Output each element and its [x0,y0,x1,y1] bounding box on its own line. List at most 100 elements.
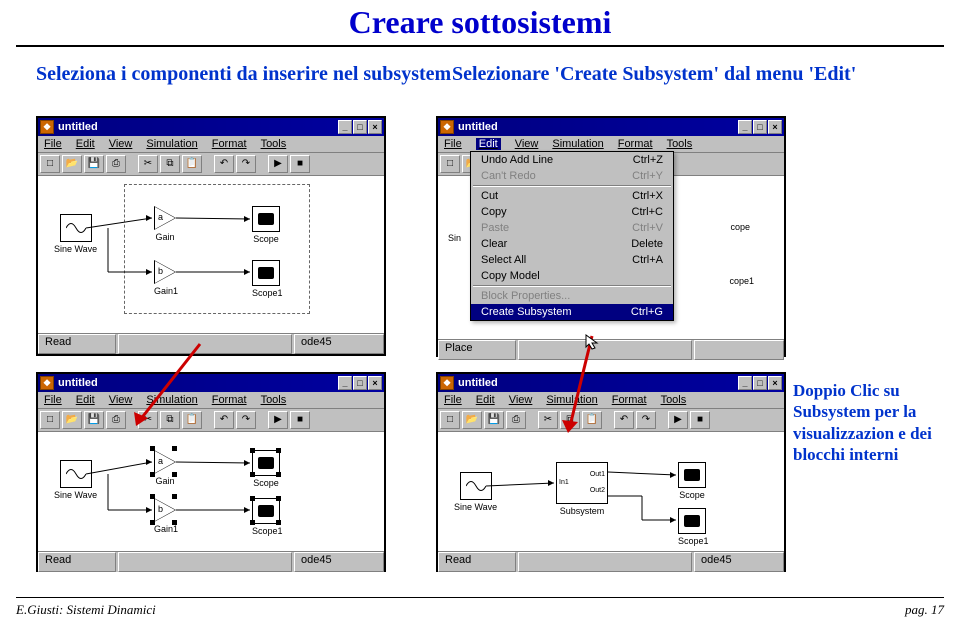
menu-edit[interactable]: Edit [76,138,95,150]
close-button[interactable]: × [368,120,382,134]
sine-wave-block[interactable]: Sine Wave [54,460,97,500]
paste-icon[interactable]: 📋 [182,411,202,429]
menu-tools[interactable]: Tools [261,394,287,406]
stop-icon[interactable]: ■ [290,411,310,429]
copy-icon[interactable]: ⧉ [160,411,180,429]
scope1-block[interactable]: Scope1 [252,260,283,298]
stop-icon[interactable]: ■ [690,411,710,429]
minimize-button[interactable]: _ [738,376,752,390]
scope-label: Scope [252,234,280,244]
minimize-button[interactable]: _ [338,120,352,134]
menu-edit[interactable]: Edit [476,138,501,150]
new-icon[interactable]: □ [40,155,60,173]
menu-file[interactable]: File [44,138,62,150]
maximize-button[interactable]: □ [353,376,367,390]
save-icon[interactable]: 💾 [84,155,104,173]
redo-icon[interactable]: ↷ [236,155,256,173]
menu-undo[interactable]: Undo Add LineCtrl+Z [471,152,673,168]
copy-icon[interactable]: ⧉ [160,155,180,173]
new-icon[interactable]: □ [40,411,60,429]
maximize-button[interactable]: □ [353,120,367,134]
minimize-button[interactable]: _ [738,120,752,134]
menu-simulation[interactable]: Simulation [146,394,197,406]
redo-icon[interactable]: ↷ [236,411,256,429]
sine-wave-block[interactable]: Sine Wave [54,214,97,254]
play-icon[interactable]: ▶ [268,411,288,429]
undo-icon[interactable]: ↶ [614,411,634,429]
redo-icon[interactable]: ↷ [636,411,656,429]
menu-view[interactable]: View [109,138,133,150]
canvas[interactable]: Sine Wave a Gain Scope b Gain1 Scope1 [38,432,384,552]
save-icon[interactable]: 💾 [484,411,504,429]
paste-icon[interactable]: 📋 [582,411,602,429]
titlebar[interactable]: ❖ untitled _ □ × [438,374,784,392]
paste-icon[interactable]: 📋 [182,155,202,173]
play-icon[interactable]: ▶ [668,411,688,429]
canvas[interactable]: Sine Wave Out1 In1 Out2 Subsystem Scope … [438,432,784,552]
maximize-button[interactable]: □ [753,376,767,390]
gain-block[interactable]: a Gain [154,206,176,242]
open-icon[interactable]: 📂 [62,411,82,429]
save-icon[interactable]: 💾 [84,411,104,429]
menu-format[interactable]: Format [612,394,647,406]
undo-icon[interactable]: ↶ [214,411,234,429]
edit-dropdown-menu[interactable]: Undo Add LineCtrl+Z Can't RedoCtrl+Y Cut… [470,151,674,321]
menu-view[interactable]: View [515,138,539,150]
gain1-block[interactable]: b Gain1 [154,498,178,534]
titlebar[interactable]: ❖ untitled _ □ × [38,374,384,392]
menu-edit[interactable]: Edit [76,394,95,406]
menu-simulation[interactable]: Simulation [146,138,197,150]
cut-icon[interactable]: ✂ [138,411,158,429]
menu-select-all[interactable]: Select AllCtrl+A [471,252,673,268]
cut-icon[interactable]: ✂ [138,155,158,173]
scope1-block[interactable]: Scope1 [252,498,283,536]
menu-file[interactable]: File [444,394,462,406]
menu-tools[interactable]: Tools [661,394,687,406]
menu-create-subsystem[interactable]: Create SubsystemCtrl+G [471,304,673,320]
subsystem-block[interactable]: Out1 In1 Out2 Subsystem [556,462,608,516]
menu-edit[interactable]: Edit [476,394,495,406]
menu-tools[interactable]: Tools [667,138,693,150]
scope-block[interactable]: Scope [252,450,280,488]
menu-simulation[interactable]: Simulation [546,394,597,406]
scope-block[interactable]: Scope [678,462,706,500]
menu-clear[interactable]: ClearDelete [471,236,673,252]
close-button[interactable]: × [768,376,782,390]
print-icon[interactable]: ⎙ [106,411,126,429]
print-icon[interactable]: ⎙ [506,411,526,429]
titlebar[interactable]: ❖ untitled _ □ × [38,118,384,136]
open-icon[interactable]: 📂 [62,155,82,173]
stop-icon[interactable]: ■ [290,155,310,173]
close-button[interactable]: × [368,376,382,390]
open-icon[interactable]: 📂 [462,411,482,429]
sine-wave-block[interactable]: Sine Wave [454,472,497,512]
menu-copy-model[interactable]: Copy Model [471,268,673,284]
menu-format[interactable]: Format [212,138,247,150]
new-icon[interactable]: □ [440,155,460,173]
minimize-button[interactable]: _ [338,376,352,390]
menu-cut[interactable]: CutCtrl+X [471,188,673,204]
menu-tools[interactable]: Tools [261,138,287,150]
scope1-block[interactable]: Scope1 [678,508,709,546]
cut-icon[interactable]: ✂ [538,411,558,429]
canvas[interactable]: Sine Wave a Gain Scope b Gain1 Scope1 [38,176,384,334]
scope-block[interactable]: Scope [252,206,280,244]
menu-format[interactable]: Format [618,138,653,150]
menu-simulation[interactable]: Simulation [552,138,603,150]
maximize-button[interactable]: □ [753,120,767,134]
menu-file[interactable]: File [44,394,62,406]
copy-icon[interactable]: ⧉ [560,411,580,429]
undo-icon[interactable]: ↶ [214,155,234,173]
titlebar[interactable]: ❖ untitled _ □ × [438,118,784,136]
new-icon[interactable]: □ [440,411,460,429]
menu-copy[interactable]: CopyCtrl+C [471,204,673,220]
menu-format[interactable]: Format [212,394,247,406]
close-button[interactable]: × [768,120,782,134]
print-icon[interactable]: ⎙ [106,155,126,173]
menu-view[interactable]: View [109,394,133,406]
play-icon[interactable]: ▶ [268,155,288,173]
gain-block[interactable]: a Gain [154,450,176,486]
menu-view[interactable]: View [509,394,533,406]
menu-file[interactable]: File [444,138,462,150]
gain1-block[interactable]: b Gain1 [154,260,178,296]
